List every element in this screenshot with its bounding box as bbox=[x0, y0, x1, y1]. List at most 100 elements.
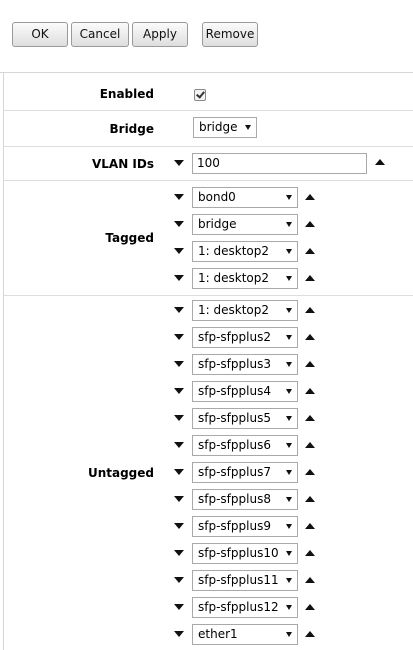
chevron-down-icon bbox=[286, 195, 292, 200]
untagged-interface-select[interactable]: sfp-sfpplus5 bbox=[192, 408, 298, 429]
untagged-item-add-icon[interactable] bbox=[305, 361, 315, 367]
apply-button[interactable]: Apply bbox=[132, 22, 188, 47]
untagged-interface-value: sfp-sfpplus8 bbox=[198, 492, 271, 506]
untagged-interface-select[interactable]: sfp-sfpplus3 bbox=[192, 354, 298, 375]
chevron-down-icon bbox=[286, 578, 292, 583]
untagged-item-add-icon[interactable] bbox=[305, 577, 315, 583]
untagged-item-remove-icon[interactable] bbox=[174, 550, 184, 556]
untagged-item-remove-icon[interactable] bbox=[174, 442, 184, 448]
untagged-item-add-icon[interactable] bbox=[305, 415, 315, 421]
untagged-item-remove-icon[interactable] bbox=[174, 523, 184, 529]
tagged-interface-select[interactable]: 1: desktop2 bbox=[192, 241, 298, 262]
untagged-item-remove-icon[interactable] bbox=[174, 334, 184, 340]
untagged-interface-select[interactable]: sfp-sfpplus7 bbox=[192, 462, 298, 483]
enabled-label: Enabled bbox=[99, 87, 154, 101]
tagged-interface-value: 1: desktop2 bbox=[198, 244, 269, 258]
enabled-checkbox[interactable] bbox=[194, 89, 206, 101]
chevron-down-icon bbox=[286, 308, 292, 313]
untagged-interface-value: sfp-sfpplus4 bbox=[198, 384, 271, 398]
tagged-item-remove-icon[interactable] bbox=[174, 275, 184, 281]
untagged-item-add-icon[interactable] bbox=[305, 334, 315, 340]
chevron-down-icon bbox=[245, 125, 251, 130]
tagged-item-remove-icon[interactable] bbox=[174, 221, 184, 227]
untagged-item-add-icon[interactable] bbox=[305, 496, 315, 502]
untagged-item-add-icon[interactable] bbox=[305, 550, 315, 556]
untagged-item-add-icon[interactable] bbox=[305, 604, 315, 610]
untagged-interface-select[interactable]: sfp-sfpplus4 bbox=[192, 381, 298, 402]
untagged-item-remove-icon[interactable] bbox=[174, 361, 184, 367]
tagged-interface-value: 1: desktop2 bbox=[198, 271, 269, 285]
chevron-down-icon bbox=[286, 470, 292, 475]
tagged-item-add-icon[interactable] bbox=[305, 275, 315, 281]
chevron-down-icon bbox=[286, 276, 292, 281]
tagged-interface-value: bond0 bbox=[198, 190, 236, 204]
tagged-interface-select[interactable]: bond0 bbox=[192, 187, 298, 208]
untagged-interface-value: sfp-sfpplus10 bbox=[198, 546, 279, 560]
untagged-interface-select[interactable]: sfp-sfpplus9 bbox=[192, 516, 298, 537]
untagged-interface-select[interactable]: 1: desktop2 bbox=[192, 300, 298, 321]
untagged-interface-value: sfp-sfpplus9 bbox=[198, 519, 271, 533]
tagged-item-add-icon[interactable] bbox=[305, 248, 315, 254]
untagged-interface-value: sfp-sfpplus3 bbox=[198, 357, 271, 371]
untagged-interface-select[interactable]: sfp-sfpplus10 bbox=[192, 543, 298, 564]
chevron-down-icon bbox=[286, 249, 292, 254]
chevron-down-icon bbox=[286, 416, 292, 421]
chevron-down-icon bbox=[286, 605, 292, 610]
untagged-item-add-icon[interactable] bbox=[305, 388, 315, 394]
untagged-item-remove-icon[interactable] bbox=[174, 496, 184, 502]
chevron-down-icon bbox=[286, 524, 292, 529]
untagged-interface-value: 1: desktop2 bbox=[198, 303, 269, 317]
untagged-item-remove-icon[interactable] bbox=[174, 415, 184, 421]
untagged-item-add-icon[interactable] bbox=[305, 307, 315, 313]
untagged-item-remove-icon[interactable] bbox=[174, 604, 184, 610]
chevron-down-icon bbox=[286, 389, 292, 394]
bridge-select-value: bridge bbox=[199, 120, 238, 134]
untagged-interface-value: sfp-sfpplus11 bbox=[198, 573, 279, 587]
toolbar: OK Cancel Apply Remove bbox=[0, 0, 413, 73]
untagged-item-add-icon[interactable] bbox=[305, 442, 315, 448]
untagged-interface-value: sfp-sfpplus5 bbox=[198, 411, 271, 425]
ok-button[interactable]: OK bbox=[12, 22, 68, 47]
untagged-item-add-icon[interactable] bbox=[305, 631, 315, 637]
chevron-down-icon bbox=[286, 335, 292, 340]
enabled-row bbox=[4, 72, 413, 111]
untagged-interface-select[interactable]: sfp-sfpplus11 bbox=[192, 570, 298, 591]
untagged-interface-select[interactable]: sfp-sfpplus12 bbox=[192, 597, 298, 618]
bridge-select[interactable]: bridge bbox=[193, 117, 257, 138]
chevron-down-icon bbox=[286, 443, 292, 448]
vlan-ids-label: VLAN IDs bbox=[91, 157, 154, 171]
tagged-item-remove-icon[interactable] bbox=[174, 248, 184, 254]
untagged-label: Untagged bbox=[87, 466, 154, 480]
cancel-button[interactable]: Cancel bbox=[71, 22, 129, 47]
untagged-interface-select[interactable]: sfp-sfpplus6 bbox=[192, 435, 298, 456]
remove-button[interactable]: Remove bbox=[202, 22, 258, 47]
tagged-interface-select[interactable]: 1: desktop2 bbox=[192, 268, 298, 289]
untagged-item-remove-icon[interactable] bbox=[174, 631, 184, 637]
untagged-interface-select[interactable]: ether1 bbox=[192, 624, 298, 645]
untagged-item-add-icon[interactable] bbox=[305, 469, 315, 475]
vlan-ids-collapse-icon[interactable] bbox=[174, 160, 184, 166]
chevron-down-icon bbox=[286, 551, 292, 556]
untagged-interface-select[interactable]: sfp-sfpplus2 bbox=[192, 327, 298, 348]
tagged-item-remove-icon[interactable] bbox=[174, 194, 184, 200]
untagged-item-remove-icon[interactable] bbox=[174, 577, 184, 583]
chevron-down-icon bbox=[286, 222, 292, 227]
chevron-down-icon bbox=[286, 632, 292, 637]
untagged-interface-value: sfp-sfpplus6 bbox=[198, 438, 271, 452]
untagged-interface-select[interactable]: sfp-sfpplus8 bbox=[192, 489, 298, 510]
chevron-down-icon bbox=[286, 497, 292, 502]
untagged-interface-value: sfp-sfpplus2 bbox=[198, 330, 271, 344]
chevron-down-icon bbox=[286, 362, 292, 367]
tagged-interface-select[interactable]: bridge bbox=[192, 214, 298, 235]
tagged-item-add-icon[interactable] bbox=[305, 221, 315, 227]
untagged-item-add-icon[interactable] bbox=[305, 523, 315, 529]
vlan-ids-add-icon[interactable] bbox=[375, 159, 385, 165]
vlan-ids-input[interactable]: 100 bbox=[192, 153, 367, 174]
untagged-interface-value: sfp-sfpplus12 bbox=[198, 600, 279, 614]
bridge-label: Bridge bbox=[109, 122, 155, 136]
tagged-interface-value: bridge bbox=[198, 217, 237, 231]
untagged-item-remove-icon[interactable] bbox=[174, 388, 184, 394]
untagged-item-remove-icon[interactable] bbox=[174, 469, 184, 475]
untagged-item-remove-icon[interactable] bbox=[174, 307, 184, 313]
tagged-item-add-icon[interactable] bbox=[305, 194, 315, 200]
